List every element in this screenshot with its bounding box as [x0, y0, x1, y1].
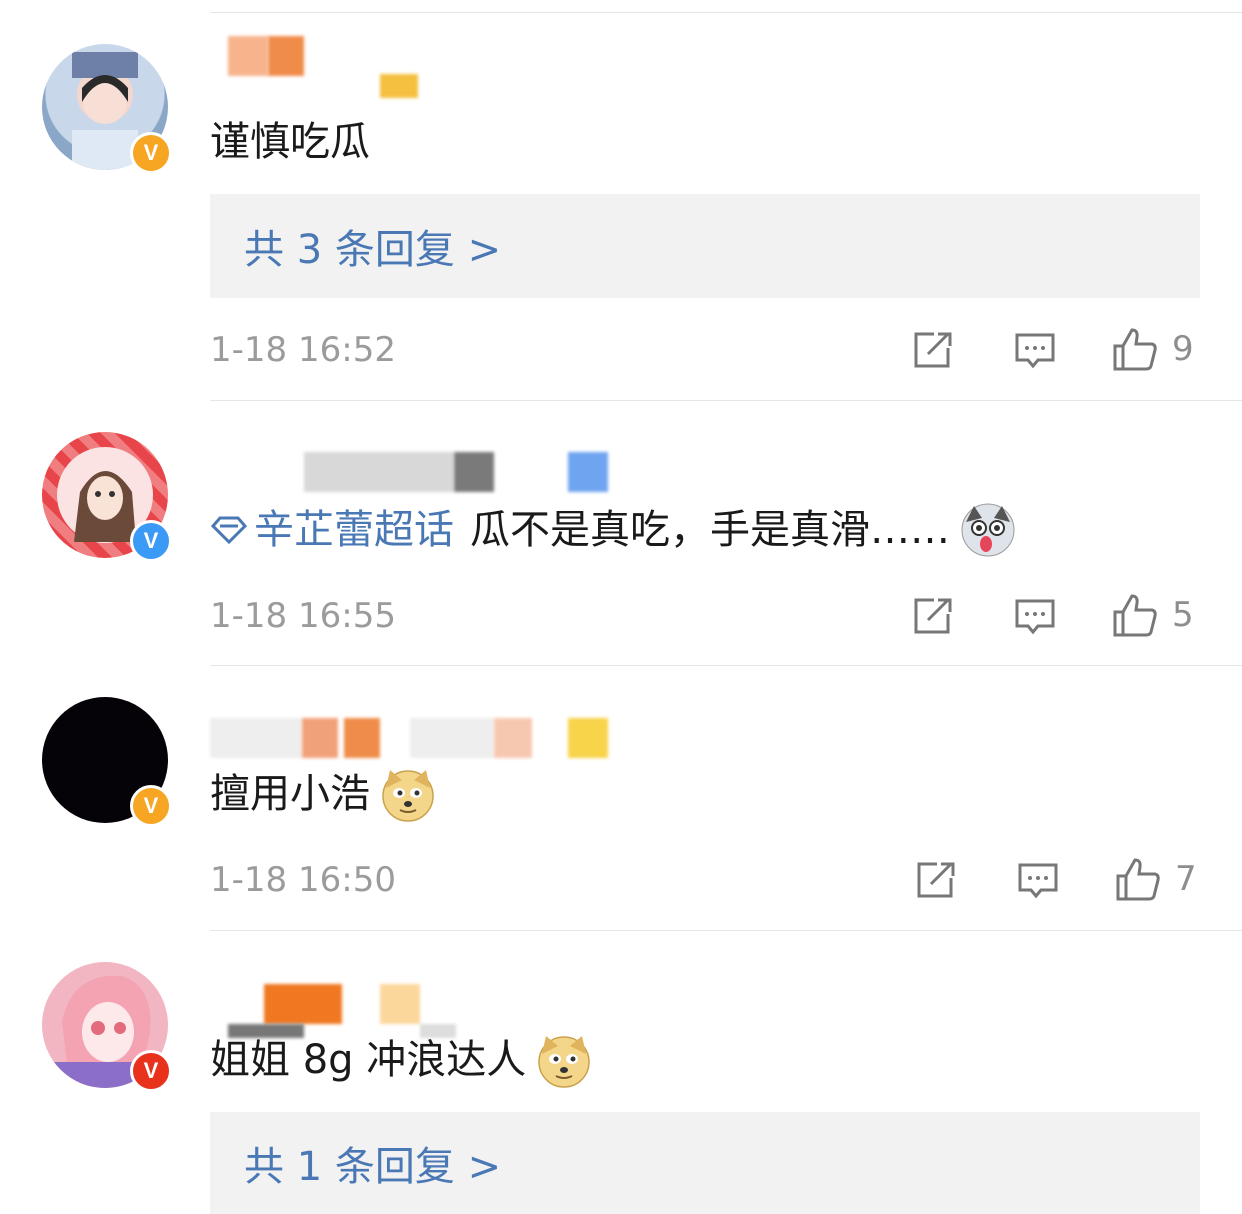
timestamp: 1-18 16:55	[210, 596, 396, 636]
verified-badge: V	[130, 785, 172, 827]
like-button[interactable]: 7	[1115, 856, 1197, 902]
username-redacted	[210, 452, 610, 492]
username-redacted	[210, 984, 470, 1038]
username-redacted	[210, 36, 440, 98]
diamond-topic-icon	[210, 516, 248, 545]
avatar[interactable]: V	[42, 44, 172, 174]
repost-icon	[914, 332, 952, 368]
timestamp: 1-18 16:52	[210, 330, 396, 370]
husky-emoji-icon	[961, 503, 1015, 557]
topic-link[interactable]: 辛芷蕾超话	[210, 502, 454, 558]
divider	[210, 665, 1242, 666]
top-divider	[210, 12, 1242, 13]
avatar[interactable]: V	[42, 962, 172, 1092]
comment-icon	[1015, 599, 1055, 635]
comment-text: 姐姐 8g 冲浪达人	[210, 1032, 592, 1088]
thumbs-up-icon	[1113, 328, 1157, 371]
comment-text: 辛芷蕾超话 瓜不是真吃，手是真滑……	[210, 502, 1016, 558]
doge-emoji-icon	[538, 1036, 591, 1088]
comment-text: 谨慎吃瓜	[210, 119, 370, 165]
thumbs-up-icon	[1113, 594, 1157, 637]
verified-badge: V	[130, 1050, 172, 1092]
divider	[210, 400, 1242, 401]
username-redacted	[210, 718, 610, 758]
comment-button[interactable]	[1014, 332, 1056, 372]
reply-summary-button[interactable]: 共 1 条回复 >	[210, 1112, 1200, 1214]
avatar[interactable]: V	[42, 432, 172, 562]
avatar[interactable]: V	[42, 697, 172, 827]
reply-summary-button[interactable]: 共 3 条回复 >	[210, 194, 1200, 298]
verified-badge: V	[130, 132, 172, 174]
divider	[210, 930, 1242, 931]
like-button[interactable]: 5	[1112, 592, 1194, 638]
repost-icon	[917, 862, 955, 898]
like-count: 9	[1172, 329, 1194, 369]
timestamp: 1-18 16:50	[210, 860, 396, 900]
like-count: 7	[1175, 859, 1197, 899]
comment-icon	[1018, 863, 1058, 899]
repost-button[interactable]	[912, 596, 954, 636]
like-button[interactable]: 9	[1112, 326, 1194, 372]
repost-button[interactable]	[915, 860, 957, 900]
comment-button[interactable]	[1014, 598, 1056, 638]
repost-icon	[914, 598, 952, 634]
repost-button[interactable]	[912, 330, 954, 370]
like-count: 5	[1172, 595, 1194, 635]
thumbs-up-icon	[1116, 858, 1160, 901]
comment-icon	[1015, 333, 1055, 369]
verified-badge: V	[130, 520, 172, 562]
comment-text: 擅用小浩	[210, 766, 436, 822]
doge-emoji-icon	[382, 770, 434, 822]
comment-button[interactable]	[1017, 862, 1059, 902]
